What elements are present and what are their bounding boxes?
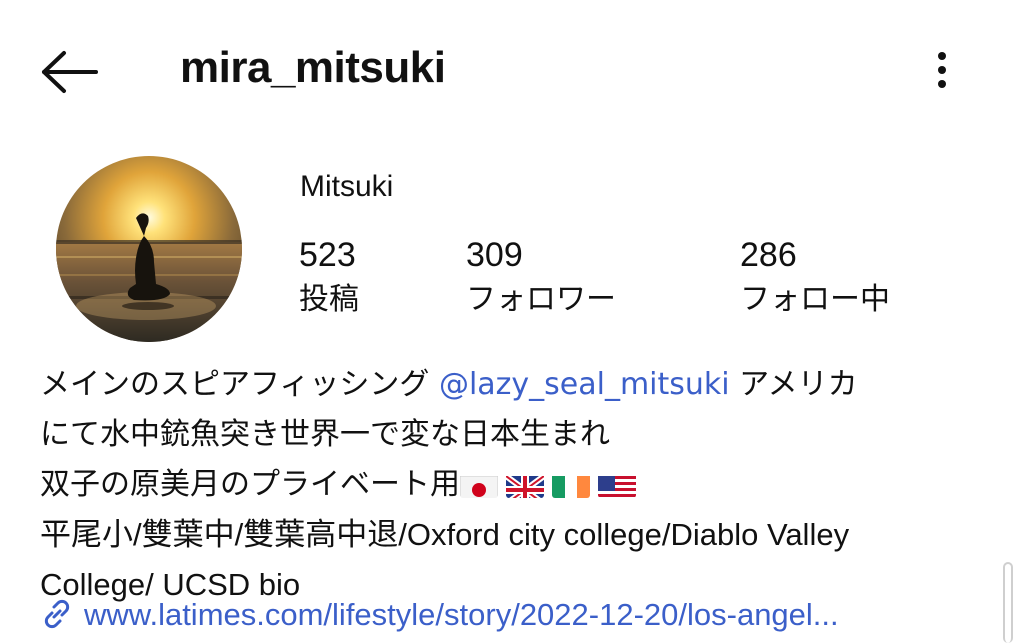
sunset-silhouette-photo <box>56 156 242 342</box>
bio-line-1: メインのスピアフィッシング @lazy_seal_mitsuki アメリカ <box>40 360 990 410</box>
profile-website-link[interactable]: www.latimes.com/lifestyle/story/2022-12-… <box>40 592 980 638</box>
scrollbar[interactable] <box>1003 562 1013 643</box>
link-icon <box>44 599 70 629</box>
following-label: フォロー中 <box>740 282 890 317</box>
posts-count: 523 <box>299 236 356 274</box>
profile-header: mira_mitsuki <box>0 0 1023 140</box>
profile-username: mira_mitsuki <box>180 43 446 92</box>
japan-flag-icon <box>460 470 498 498</box>
uk-flag-icon <box>506 470 544 498</box>
bio-line-3: 双子の原美月のプライベート用 <box>40 460 990 510</box>
bio-mention-link[interactable]: @lazy_seal_mitsuki <box>439 367 730 402</box>
following-stat[interactable]: 286 フォロー中 <box>740 234 890 322</box>
followers-stat[interactable]: 309 フォロワー <box>466 234 616 322</box>
arrow-left-icon <box>42 51 98 93</box>
more-options-button[interactable] <box>922 48 962 92</box>
avatar[interactable] <box>56 156 242 342</box>
profile-bio: メインのスピアフィッシング @lazy_seal_mitsuki アメリカ にて… <box>40 360 990 610</box>
posts-stat[interactable]: 523 投稿 <box>299 234 359 322</box>
display-name: Mitsuki <box>300 170 394 203</box>
bio-text: 双子の原美月のプライベート用 <box>40 467 460 502</box>
back-button[interactable] <box>38 50 102 94</box>
bio-line-4: 平尾小/雙葉中/雙葉高中退/Oxford city college/Diablo… <box>40 517 850 552</box>
website-url: www.latimes.com/lifestyle/story/2022-12-… <box>84 597 839 632</box>
followers-count: 309 <box>466 236 523 274</box>
bio-text: メインのスピアフィッシング <box>40 367 439 402</box>
usa-flag-icon <box>598 470 636 498</box>
followers-label: フォロワー <box>466 282 616 317</box>
ireland-flag-icon <box>552 470 590 498</box>
following-count: 286 <box>740 236 797 274</box>
bio-text: アメリカ <box>729 367 858 402</box>
bio-line-2: にて水中銃魚突き世界一で変な日本生まれ <box>40 417 610 452</box>
posts-label: 投稿 <box>299 282 359 317</box>
vertical-dots-icon <box>938 52 946 88</box>
